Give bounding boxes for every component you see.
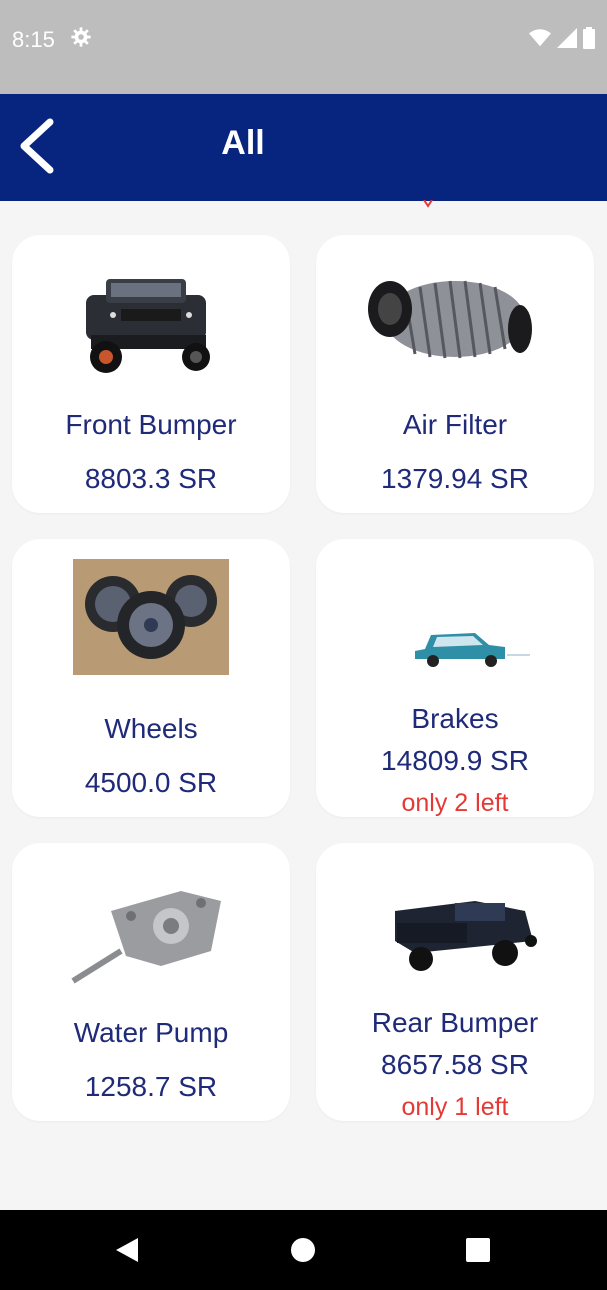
car-icon [415, 633, 530, 667]
status-indicators [529, 27, 595, 49]
stock-warning: only 1 left [401, 1093, 509, 1121]
settings-icon [71, 27, 91, 47]
product-name: Front Bumper [65, 409, 237, 440]
status-bar: 8:15 [0, 0, 607, 94]
product-name: Water Pump [73, 1017, 229, 1048]
truck-rear-icon [395, 901, 537, 971]
product-card[interactable]: Wheels 4500.0 SR [12, 539, 290, 817]
wheels-icon [73, 559, 229, 675]
page-title: All [221, 124, 265, 162]
product-grid: Front Bumper 8803.3 SR Air Filter 1379.9… [0, 201, 607, 1210]
product-name: Rear Bumper [371, 1007, 539, 1038]
signal-icon [557, 28, 577, 48]
product-card[interactable]: Water Pump 1258.7 SR [12, 843, 290, 1121]
water-pump-icon [71, 891, 221, 984]
status-time: 8:15 [12, 27, 55, 52]
app-bar: All [0, 94, 607, 201]
product-card[interactable]: Air Filter 1379.94 SR [316, 235, 594, 513]
system-nav-bar [0, 1210, 607, 1290]
product-card[interactable]: Brakes 14809.9 SR only 2 left [316, 539, 594, 817]
product-price: 4500.0 SR [84, 767, 218, 798]
truck-front-icon [86, 279, 210, 373]
air-filter-icon [368, 280, 532, 359]
product-price: 1379.94 SR [381, 463, 529, 494]
product-price: 14809.9 SR [381, 745, 529, 776]
nav-recents-icon[interactable] [462, 1234, 494, 1266]
product-name: Brakes [411, 703, 499, 734]
wifi-icon [529, 29, 551, 47]
product-price: 8803.3 SR [84, 463, 218, 494]
product-name: Wheels [104, 713, 198, 744]
nav-back-icon[interactable] [110, 1234, 142, 1266]
product-card[interactable]: Rear Bumper 8657.58 SR only 1 left [316, 843, 594, 1121]
product-price: 1258.7 SR [84, 1071, 218, 1102]
battery-icon [583, 27, 595, 49]
product-name: Air Filter [402, 409, 508, 440]
product-price: 8657.58 SR [381, 1049, 529, 1080]
nav-home-icon[interactable] [287, 1234, 319, 1266]
product-card[interactable]: Front Bumper 8803.3 SR [12, 235, 290, 513]
stock-warning: only 2 left [401, 789, 509, 817]
